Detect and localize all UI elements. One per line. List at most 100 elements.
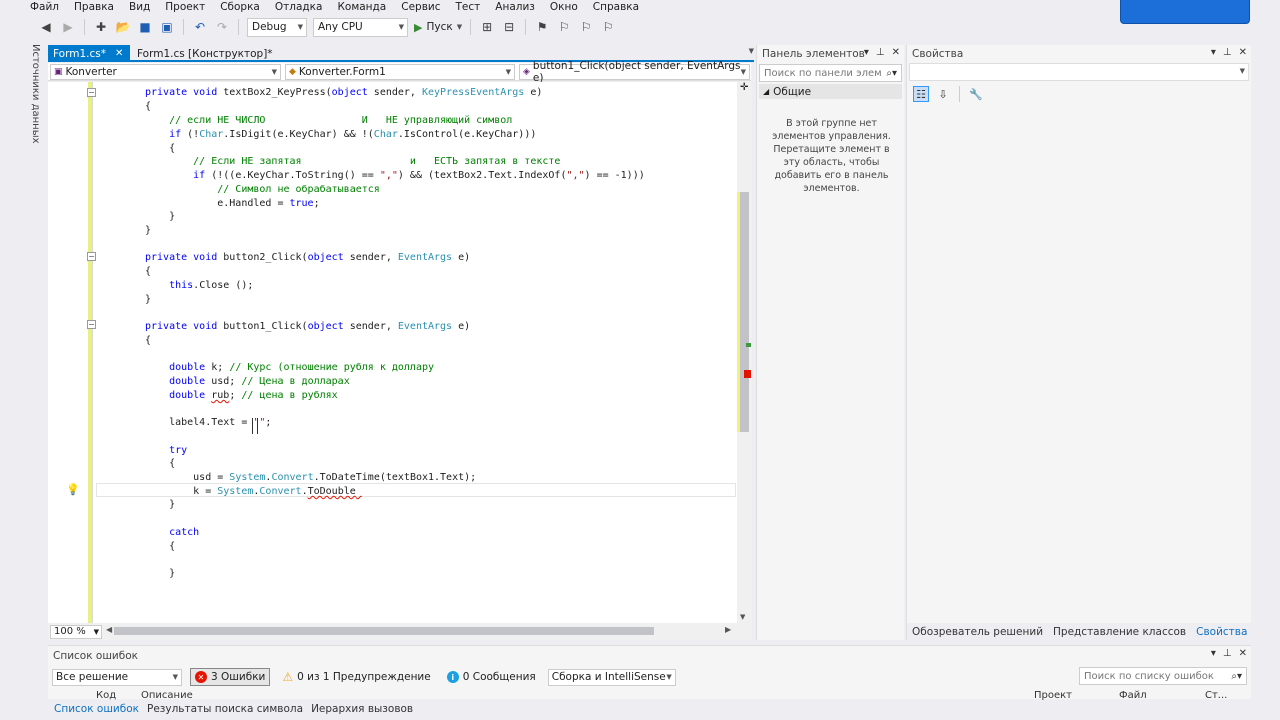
close-icon[interactable]: ✕ <box>1239 648 1247 659</box>
scroll-right-icon[interactable]: ▶ <box>725 625 731 634</box>
scroll-thumb[interactable] <box>740 192 749 432</box>
fold-toggle[interactable]: − <box>87 88 96 97</box>
toolbox-empty-message: В этой группе нет элементов управления. … <box>772 118 891 194</box>
horizontal-scroll-thumb[interactable] <box>114 627 654 635</box>
code-token: double <box>145 390 206 401</box>
error-search-input[interactable]: Поиск по списку ошибок ⌕▾ <box>1079 667 1247 685</box>
code-editor[interactable]: − − − 💡 private void textBox2_KeyPress(o… <box>48 82 737 623</box>
code-token: ; <box>265 417 272 428</box>
close-icon[interactable]: ✕ <box>892 47 900 58</box>
menu-item[interactable]: Вид <box>129 1 150 13</box>
dropdown-icon[interactable]: ▾ <box>864 47 869 58</box>
bookmark-clear-icon[interactable]: ⚐ <box>600 19 616 35</box>
tab-error-list[interactable]: Список ошибок <box>54 703 139 715</box>
platform-combo[interactable]: Any CPU ▼ <box>313 17 408 37</box>
menu-item[interactable]: Правка <box>74 1 114 13</box>
code-token: EventArgs <box>397 252 453 263</box>
data-sources-tab[interactable]: Источники данных <box>30 44 44 144</box>
class-combo[interactable]: ◆ Konverter.Form1 ▼ <box>285 64 515 80</box>
tab-call-hierarchy[interactable]: Иерархия вызовов <box>311 703 413 715</box>
categorized-icon[interactable]: ☷ <box>913 86 929 102</box>
save-all-icon[interactable]: ▣ <box>159 19 175 35</box>
code-token: button2_Click( <box>223 252 308 263</box>
new-project-icon[interactable]: ✚ <box>93 19 109 35</box>
menu-item[interactable]: Команда <box>337 1 386 13</box>
properties-toolbar: ☷ ⇩ 🔧 <box>909 84 1249 104</box>
dropdown-icon[interactable]: ▼ <box>749 47 754 55</box>
menu-item[interactable]: Файл <box>30 1 59 13</box>
undo-icon[interactable]: ↶ <box>192 19 208 35</box>
code-line: usd = System.Convert.ToDateTime(textBox1… <box>145 471 476 485</box>
scroll-down-icon[interactable]: ▼ <box>740 613 745 621</box>
run-button[interactable]: ▶ Пуск ▼ <box>414 21 462 34</box>
editor-vertical-scrollbar[interactable]: ✛ ▼ <box>737 82 752 623</box>
fold-toggle[interactable]: − <box>87 252 96 261</box>
bookmark-icon[interactable]: ⚑ <box>534 19 550 35</box>
toolbox-group-header[interactable]: ◢ Общие <box>759 84 902 99</box>
tab-find-symbol-results[interactable]: Результаты поиска символа <box>147 703 303 715</box>
menu-item[interactable]: Сервис <box>401 1 440 13</box>
pin-icon[interactable]: ⊥ <box>1223 47 1232 58</box>
split-icon[interactable]: ✛ <box>740 82 748 93</box>
toolbox-search-input[interactable]: Поиск по панели элем ⌕▾ <box>759 64 902 82</box>
forward-icon[interactable]: ▶ <box>60 19 76 35</box>
step-over-icon[interactable]: ⊟ <box>501 19 517 35</box>
code-token: e) <box>452 321 471 332</box>
dropdown-icon: ▼ <box>505 68 511 76</box>
menu-item[interactable]: Окно <box>550 1 578 13</box>
save-icon[interactable]: ■ <box>137 19 153 35</box>
messages-filter-button[interactable]: i 0 Сообщения <box>443 668 540 686</box>
menu-item[interactable]: Проект <box>165 1 205 13</box>
alphabetical-icon[interactable]: ⇩ <box>935 86 951 102</box>
search-icon[interactable]: ⌕▾ <box>886 68 897 79</box>
error-marker[interactable] <box>744 370 751 378</box>
close-icon[interactable]: ✕ <box>1239 47 1247 58</box>
open-icon[interactable]: 📂 <box>115 19 131 35</box>
menu-item[interactable]: Тест <box>456 1 481 13</box>
code-token: { <box>145 541 176 552</box>
menu-item[interactable]: Отладка <box>275 1 323 13</box>
panel-title: Свойства <box>907 45 1251 62</box>
code-token: // Цена в долларах <box>241 376 350 387</box>
wrench-icon[interactable]: 🔧 <box>968 86 984 102</box>
code-token: { <box>145 335 152 346</box>
menu-item[interactable]: Сборка <box>220 1 260 13</box>
code-token: usd; <box>205 376 242 387</box>
tab-class-view[interactable]: Представление классов <box>1053 626 1186 638</box>
close-icon[interactable]: ✕ <box>115 48 123 59</box>
lightbulb-icon[interactable]: 💡 <box>66 484 80 496</box>
property-grid <box>909 105 1249 620</box>
tab-solution-explorer[interactable]: Обозреватель решений <box>912 626 1043 638</box>
scroll-left-icon[interactable]: ◀ <box>106 625 112 634</box>
code-line: // Если НЕ запятая и ЕСТЬ запятая в текс… <box>145 155 560 169</box>
build-source-combo[interactable]: Сборка и IntelliSense ▼ <box>547 668 676 686</box>
tab-form1-cs[interactable]: Form1.cs* ✕ <box>48 45 130 62</box>
bookmark-next-icon[interactable]: ⚐ <box>578 19 594 35</box>
search-placeholder: Поиск по панели элем <box>764 67 882 79</box>
zoom-combo[interactable]: 100 % ▼ <box>50 624 102 639</box>
back-icon[interactable]: ◀ <box>38 19 54 35</box>
pin-icon[interactable]: ⊥ <box>876 47 885 58</box>
warnings-filter-button[interactable]: ⚠ 0 из 1 Предупреждение <box>278 668 434 686</box>
dropdown-icon[interactable]: ▾ <box>1211 47 1216 58</box>
tab-form1-designer[interactable]: Form1.cs [Конструктор]* <box>132 45 312 62</box>
step-icon[interactable]: ⊞ <box>479 19 495 35</box>
object-selector[interactable]: ▼ <box>909 63 1249 81</box>
menu-item[interactable]: Справка <box>593 1 639 13</box>
dropdown-icon[interactable]: ▾ <box>1211 648 1216 659</box>
code-token: double <box>145 362 206 373</box>
search-icon[interactable]: ⌕▾ <box>1231 671 1242 682</box>
tab-properties[interactable]: Свойства <box>1196 626 1247 638</box>
menu-item[interactable]: Анализ <box>495 1 535 13</box>
errors-filter-button[interactable]: ✕ 3 Ошибки <box>190 668 271 686</box>
scope-combo[interactable]: Все решение ▼ <box>52 668 182 686</box>
pin-icon[interactable]: ⊥ <box>1223 648 1232 659</box>
fold-toggle[interactable]: − <box>87 320 96 329</box>
code-token: } <box>145 568 176 579</box>
bookmark-prev-icon[interactable]: ⚐ <box>556 19 572 35</box>
config-combo[interactable]: Debug ▼ <box>247 17 307 37</box>
redo-icon[interactable]: ↷ <box>214 19 230 35</box>
member-combo[interactable]: ◈ button1_Click(object sender, EventArgs… <box>519 60 750 84</box>
project-combo[interactable]: ▣ Konverter ▼ <box>50 64 281 80</box>
code-token: { <box>145 101 152 112</box>
